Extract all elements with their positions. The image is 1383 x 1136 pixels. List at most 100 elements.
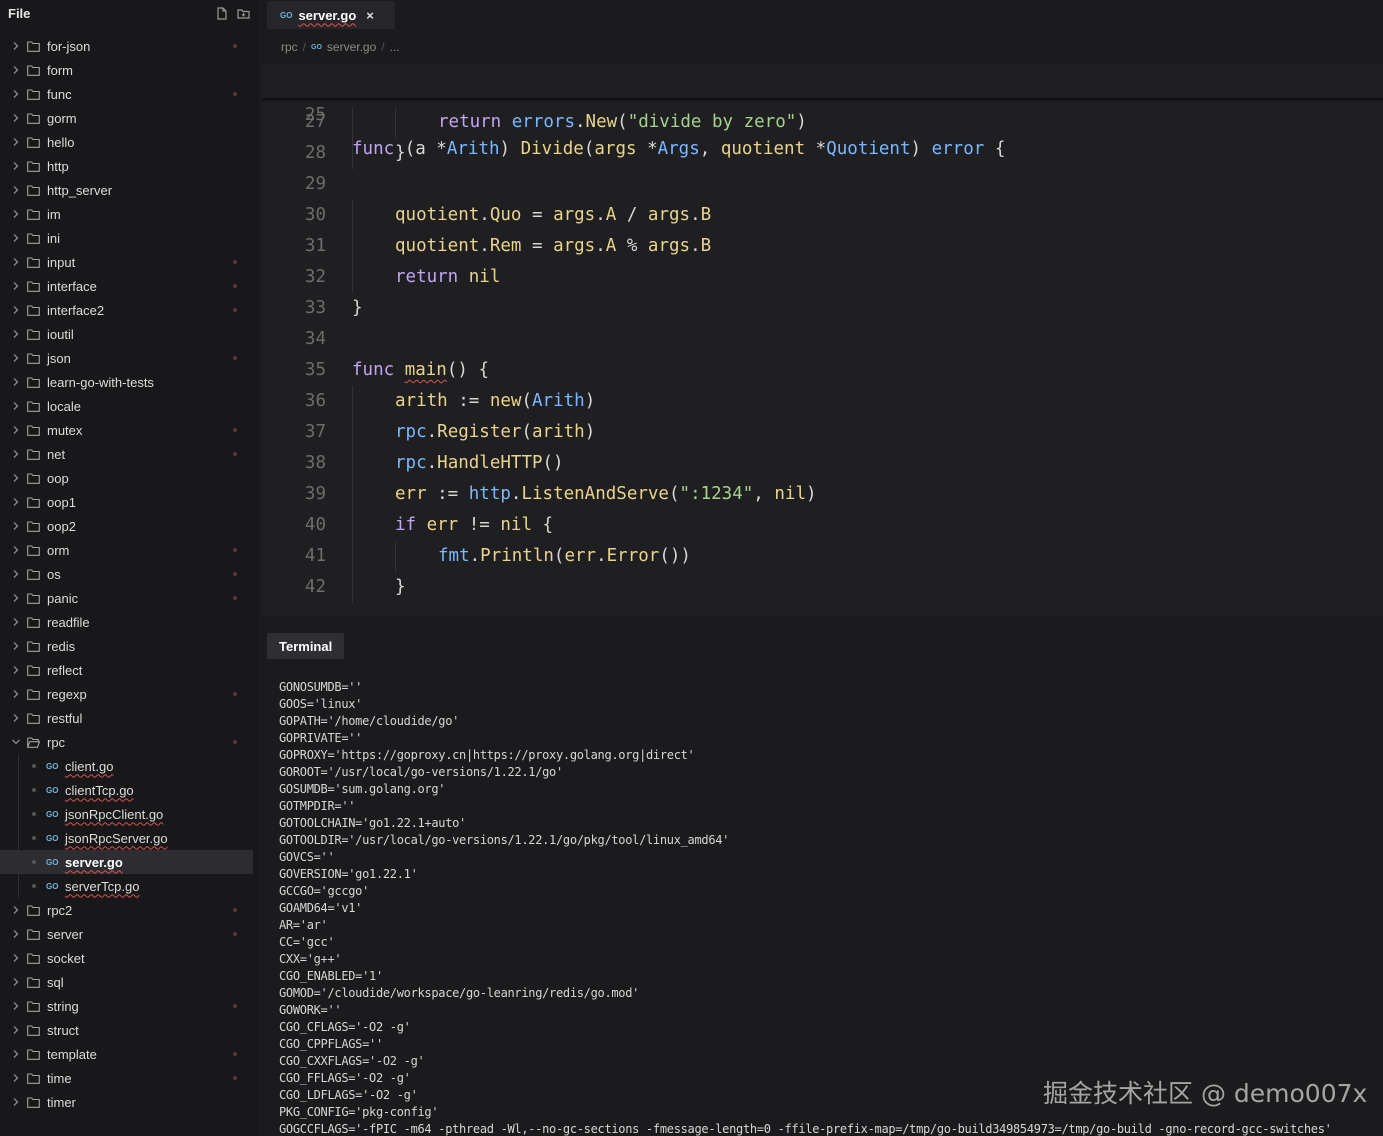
tree-folder-time[interactable]: time [0, 1066, 258, 1090]
tree-folder-struct[interactable]: struct [0, 1018, 258, 1042]
chevron-right-icon[interactable] [12, 977, 20, 987]
breadcrumb-more[interactable]: ... [390, 40, 400, 54]
chevron-right-icon[interactable] [12, 521, 20, 531]
tree-folder-reflect[interactable]: reflect [0, 658, 258, 682]
tree-folder-redis[interactable]: redis [0, 634, 258, 658]
chevron-right-icon[interactable] [12, 449, 20, 459]
sticky-scroll-line[interactable]: 25 func (a *Arith) Divide(args *Args, qu… [262, 64, 1383, 159]
chevron-right-icon[interactable] [12, 137, 20, 147]
new-file-icon[interactable] [215, 6, 228, 20]
chevron-right-icon[interactable] [12, 953, 20, 963]
chevron-right-icon[interactable] [12, 233, 20, 243]
tree-folder-http[interactable]: http [0, 154, 258, 178]
chevron-right-icon[interactable] [12, 329, 20, 339]
tree-folder-locale[interactable]: locale [0, 394, 258, 418]
tree-folder-json[interactable]: json [0, 346, 258, 370]
breadcrumb-folder[interactable]: rpc [281, 40, 298, 54]
tree-folder-rpc2[interactable]: rpc2 [0, 898, 258, 922]
tree-folder-func[interactable]: func [0, 82, 258, 106]
chevron-right-icon[interactable] [12, 425, 20, 435]
new-folder-icon[interactable] [237, 7, 250, 20]
tree-folder-http_server[interactable]: http_server [0, 178, 258, 202]
chevron-right-icon[interactable] [12, 545, 20, 555]
chevron-right-icon[interactable] [12, 1049, 20, 1059]
chevron-right-icon[interactable] [12, 257, 20, 267]
chevron-right-icon[interactable] [12, 209, 20, 219]
code-line[interactable]: 32 return nil [262, 262, 1383, 293]
tree-folder-rpc[interactable]: rpc [0, 730, 258, 754]
chevron-right-icon[interactable] [12, 617, 20, 627]
breadcrumb-file[interactable]: server.go [327, 40, 376, 54]
code-line[interactable]: 41 fmt.Println(err.Error()) [262, 541, 1383, 572]
tree-file-clientTcp.go[interactable]: GO clientTcp.go [0, 778, 258, 802]
tree-folder-string[interactable]: string [0, 994, 258, 1018]
tree-folder-server[interactable]: server [0, 922, 258, 946]
tree-file-client.go[interactable]: GO client.go [0, 754, 258, 778]
chevron-right-icon[interactable] [12, 1073, 20, 1083]
code-line[interactable]: 30 quotient.Quo = args.A / args.B [262, 200, 1383, 231]
chevron-right-icon[interactable] [12, 1097, 20, 1107]
tree-folder-template[interactable]: template [0, 1042, 258, 1066]
tree-folder-oop1[interactable]: oop1 [0, 490, 258, 514]
code-line[interactable]: 40 if err != nil { [262, 510, 1383, 541]
tree-folder-net[interactable]: net [0, 442, 258, 466]
tree-folder-sql[interactable]: sql [0, 970, 258, 994]
chevron-right-icon[interactable] [12, 305, 20, 315]
chevron-right-icon[interactable] [12, 41, 20, 51]
tree-folder-oop2[interactable]: oop2 [0, 514, 258, 538]
tree-folder-interface2[interactable]: interface2 [0, 298, 258, 322]
code-line[interactable]: 33} [262, 293, 1383, 324]
chevron-right-icon[interactable] [12, 281, 20, 291]
tree-folder-hello[interactable]: hello [0, 130, 258, 154]
tree-folder-form[interactable]: form [0, 58, 258, 82]
code-editor[interactable]: 25 func (a *Arith) Divide(args *Args, qu… [262, 64, 1383, 616]
chevron-right-icon[interactable] [12, 1025, 20, 1035]
tree-folder-learn-go-with-tests[interactable]: learn-go-with-tests [0, 370, 258, 394]
tree-folder-ini[interactable]: ini [0, 226, 258, 250]
tree-folder-regexp[interactable]: regexp [0, 682, 258, 706]
chevron-right-icon[interactable] [12, 641, 20, 651]
tab-terminal[interactable]: Terminal [267, 633, 345, 659]
code-line[interactable]: 36 arith := new(Arith) [262, 386, 1383, 417]
chevron-right-icon[interactable] [12, 401, 20, 411]
code-line[interactable]: 39 err := http.ListenAndServe(":1234", ni… [262, 479, 1383, 510]
tree-folder-orm[interactable]: orm [0, 538, 258, 562]
chevron-right-icon[interactable] [12, 377, 20, 387]
chevron-right-icon[interactable] [12, 113, 20, 123]
code-line[interactable]: 42} [262, 572, 1383, 603]
tree-folder-interface[interactable]: interface [0, 274, 258, 298]
chevron-down-icon[interactable] [12, 737, 20, 747]
code-line[interactable]: 34 [262, 324, 1383, 355]
code-line[interactable]: 35 func main() { [262, 355, 1383, 386]
chevron-right-icon[interactable] [12, 929, 20, 939]
chevron-right-icon[interactable] [12, 353, 20, 363]
tree-file-jsonRpcServer.go[interactable]: GO jsonRpcServer.go [0, 826, 258, 850]
chevron-right-icon[interactable] [12, 905, 20, 915]
tree-folder-im[interactable]: im [0, 202, 258, 226]
chevron-right-icon[interactable] [12, 593, 20, 603]
tree-folder-ioutil[interactable]: ioutil [0, 322, 258, 346]
tree-folder-mutex[interactable]: mutex [0, 418, 258, 442]
tree-file-server.go[interactable]: GO server.go [0, 850, 253, 874]
chevron-right-icon[interactable] [12, 569, 20, 579]
tree-folder-socket[interactable]: socket [0, 946, 258, 970]
code-line[interactable]: 31 quotient.Rem = args.A % args.B [262, 231, 1383, 262]
tree-folder-readfile[interactable]: readfile [0, 610, 258, 634]
code-line[interactable]: 37 rpc.Register(arith) [262, 417, 1383, 448]
chevron-right-icon[interactable] [12, 473, 20, 483]
chevron-right-icon[interactable] [12, 497, 20, 507]
terminal-panel[interactable]: Terminal GONOSUMDB='' GOOS='linux' GOPATH=… [262, 624, 1383, 1136]
tree-folder-panic[interactable]: panic [0, 586, 258, 610]
tree-folder-timer[interactable]: timer [0, 1090, 258, 1114]
close-icon[interactable]: × [366, 8, 374, 23]
chevron-right-icon[interactable] [12, 713, 20, 723]
chevron-right-icon[interactable] [12, 185, 20, 195]
chevron-right-icon[interactable] [12, 89, 20, 99]
tree-file-serverTcp.go[interactable]: GO serverTcp.go [0, 874, 258, 898]
tab-server-go[interactable]: GO server.go × [267, 1, 395, 29]
chevron-right-icon[interactable] [12, 689, 20, 699]
code-line[interactable]: 38 rpc.HandleHTTP() [262, 448, 1383, 479]
chevron-right-icon[interactable] [12, 161, 20, 171]
tree-file-jsonRpcClient.go[interactable]: GO jsonRpcClient.go [0, 802, 258, 826]
tree-folder-gorm[interactable]: gorm [0, 106, 258, 130]
